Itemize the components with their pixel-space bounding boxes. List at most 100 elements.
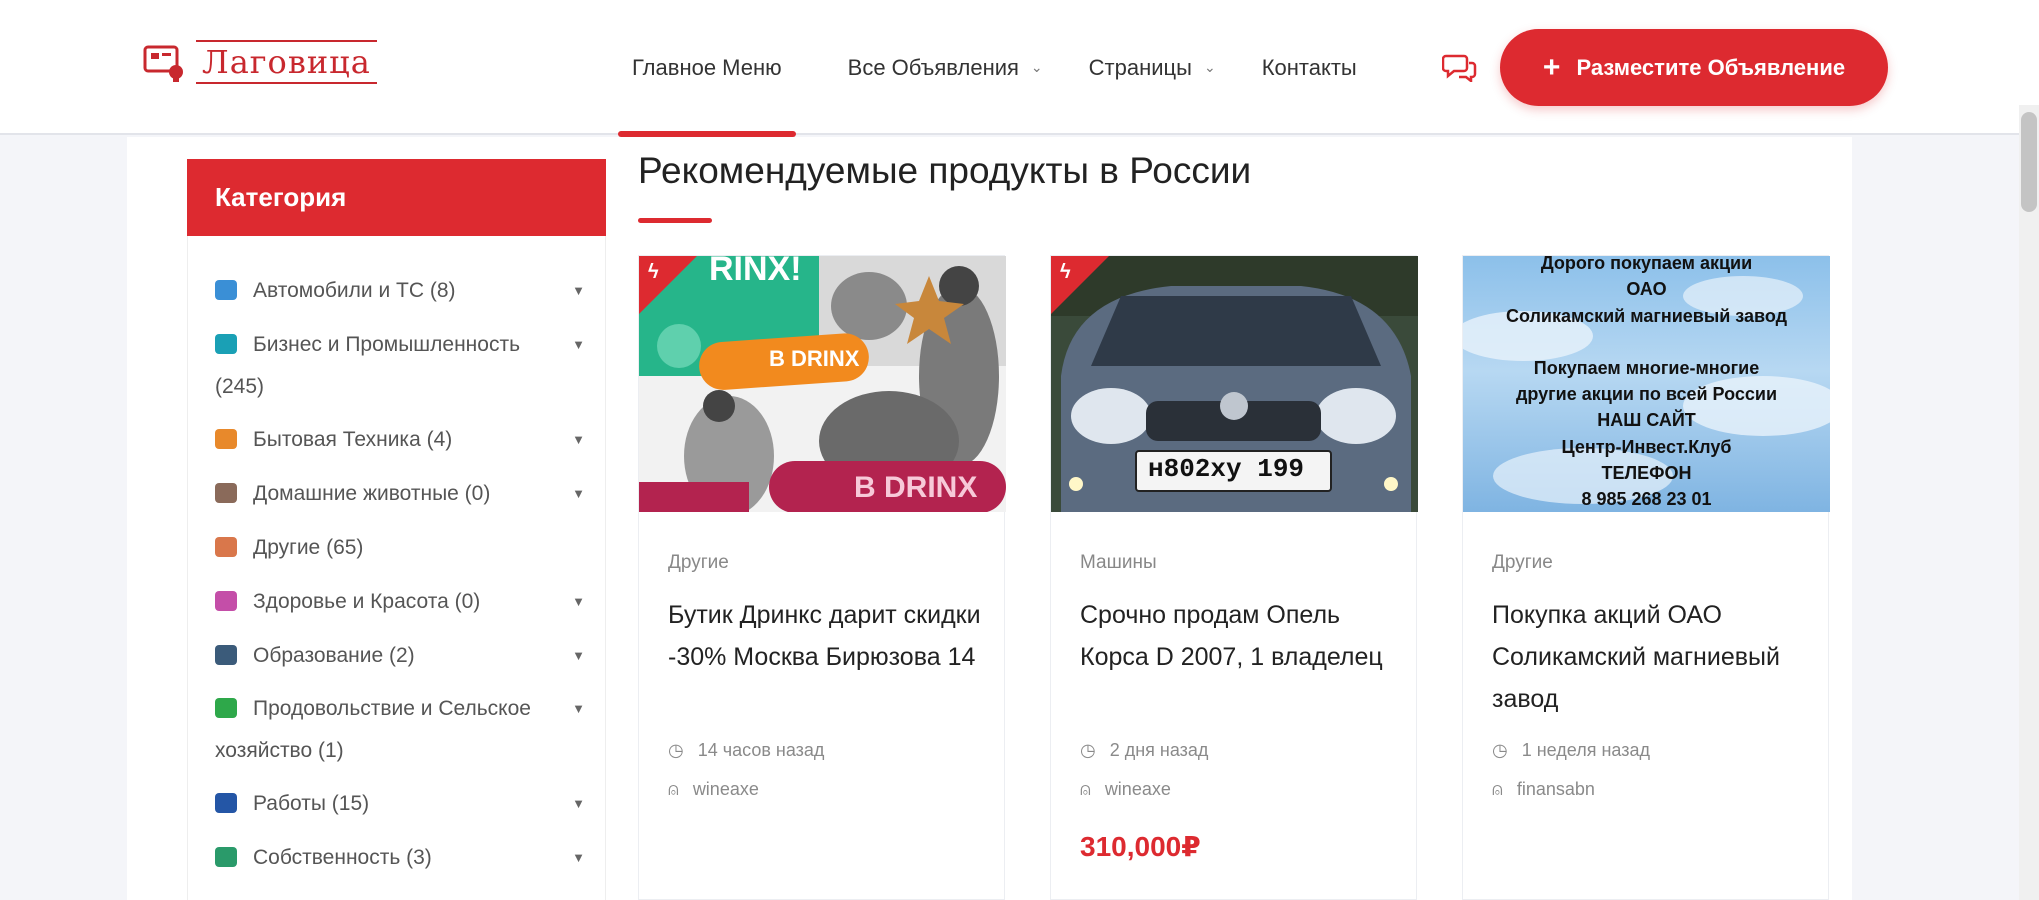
category-label-cont: хозяйство (1) — [215, 739, 344, 762]
user-icon: ⍝ — [668, 779, 679, 799]
listing-card[interactable]: Дорого покупаем акции ОАО Соликамский ма… — [1462, 255, 1830, 900]
category-label: Работы (15) — [253, 792, 370, 815]
main-nav: Главное Меню Все Объявления ⌄ Страницы ⌄… — [618, 0, 1371, 137]
clock-icon: ◷ — [1080, 740, 1096, 760]
paw-icon — [215, 483, 237, 503]
appliance-icon — [215, 429, 237, 449]
chevron-down-icon[interactable]: ▼ — [572, 581, 585, 623]
section-title: Рекомендуемые продукты в России — [638, 150, 1252, 191]
image-line: ТЕЛЕФОН — [1601, 463, 1692, 484]
chevron-down-icon[interactable]: ▼ — [572, 837, 585, 879]
category-item-education[interactable]: Образование (2) ▼ — [215, 635, 585, 677]
listing-category[interactable]: Другие — [1492, 552, 1553, 574]
chevron-down-icon[interactable]: ▼ — [572, 270, 585, 312]
image-line: 8 985 268 23 01 — [1581, 489, 1712, 510]
listing-category[interactable]: Другие — [668, 552, 729, 574]
listing-time-text: 2 дня назад — [1109, 740, 1209, 760]
category-item-health[interactable]: Здоровье и Красота (0) ▼ — [215, 581, 585, 623]
listing-image[interactable]: н802ху 199 ϟ — [1051, 256, 1418, 512]
chevron-down-icon: ⌄ — [1030, 59, 1043, 75]
ad-image-text: Дорого покупаем акции ОАО Соликамский ма… — [1463, 256, 1830, 512]
listing-title[interactable]: Покупка акций ОАО Соликамский магниевый … — [1492, 594, 1812, 720]
category-item-other[interactable]: Другие (65) — [215, 527, 585, 569]
post-ad-button[interactable]: + Разместите Объявление — [1500, 29, 1888, 106]
image-text: B DRINX — [769, 346, 860, 371]
category-item-food[interactable]: Продовольствие и Сельское хозяйство (1) … — [215, 688, 585, 772]
lightning-icon: ϟ — [648, 261, 659, 283]
user-icon: ⍝ — [1492, 779, 1503, 799]
logo-icon — [143, 45, 183, 82]
category-header: Категория — [187, 159, 606, 236]
image-line: Центр-Инвест.Клуб — [1561, 436, 1732, 457]
license-plate: н802ху 199 — [1148, 454, 1305, 484]
category-label: Здоровье и Красота (0) — [253, 590, 481, 613]
nav-item-all-ads[interactable]: Все Объявления ⌄ — [834, 0, 1057, 135]
category-item-business[interactable]: Бизнес и Промышленность (245) ▼ — [215, 324, 585, 408]
site-logo[interactable]: Лаговица — [142, 40, 377, 84]
graduation-cap-icon — [215, 645, 237, 665]
listing-time-text: 1 неделя назад — [1521, 740, 1650, 760]
listing-author-text: finansabn — [1516, 779, 1595, 799]
nav-item-home[interactable]: Главное Меню — [618, 0, 796, 137]
nav-item-label: Главное Меню — [632, 54, 782, 80]
image-line: Покупаем многие-многие — [1533, 357, 1760, 378]
nav-item-contacts[interactable]: Контакты — [1248, 0, 1371, 135]
clock-icon: ◷ — [1492, 740, 1508, 760]
scrollbar-thumb[interactable] — [2021, 112, 2037, 212]
category-label: Бытовая Техника (4) — [253, 428, 453, 451]
nav-item-pages[interactable]: Страницы ⌄ — [1075, 0, 1230, 135]
scrollbar[interactable] — [2019, 105, 2039, 900]
user-icon: ⍝ — [1080, 779, 1091, 799]
category-label: Образование (2) — [253, 644, 415, 667]
image-line: другие акции по всей России — [1515, 384, 1778, 405]
listing-card[interactable]: RINX! B DRINX B DRINX ϟ Другие Бутик Дри… — [638, 255, 1006, 900]
car-icon — [215, 280, 237, 300]
section-title-underline — [638, 218, 712, 223]
category-label: Домашние животные (0) — [253, 482, 491, 505]
image-text: B DRINX — [854, 471, 978, 504]
image-line — [1463, 329, 1830, 355]
category-item-pets[interactable]: Домашние животные (0) ▼ — [215, 473, 585, 515]
category-item-appliances[interactable]: Бытовая Техника (4) ▼ — [215, 419, 585, 461]
property-icon — [215, 847, 237, 867]
post-ad-label: Разместите Объявление — [1576, 54, 1846, 80]
category-item-auto[interactable]: Автомобили и ТС (8) ▼ — [215, 270, 585, 312]
nav-item-label: Все Объявления — [847, 54, 1019, 80]
chevron-down-icon[interactable]: ▼ — [572, 783, 585, 825]
category-label: Бизнес и Промышленность — [253, 333, 521, 356]
listing-time: ◷ 1 неделя назад — [1492, 740, 1650, 761]
chevron-down-icon[interactable]: ▼ — [572, 635, 585, 677]
listing-author[interactable]: ⍝ finansabn — [1492, 779, 1595, 800]
image-line: Соликамский магниевый завод — [1505, 305, 1788, 326]
listing-time-text: 14 часов назад — [697, 740, 825, 760]
listing-title[interactable]: Бутик Дринкс дарит скидки -30% Москва Би… — [668, 594, 988, 678]
site-header: Лаговица Главное Меню Все Объявления ⌄ С… — [0, 0, 2039, 137]
chevron-down-icon[interactable]: ▼ — [572, 419, 585, 461]
listing-time: ◷ 2 дня назад — [1080, 740, 1208, 761]
listing-author-text: wineaxe — [692, 779, 759, 799]
listing-author[interactable]: ⍝ wineaxe — [668, 779, 759, 800]
listing-title[interactable]: Срочно продам Опель Корса D 2007, 1 влад… — [1080, 594, 1400, 678]
category-label: Собственность (3) — [253, 846, 432, 869]
beauty-icon — [215, 591, 237, 611]
category-label: Автомобили и ТС (8) — [253, 279, 456, 302]
category-label: Другие (65) — [253, 536, 364, 559]
category-item-jobs[interactable]: Работы (15) ▼ — [215, 783, 585, 825]
nav-item-label: Страницы — [1088, 54, 1192, 80]
logo-text: Лаговица — [196, 40, 377, 84]
chat-bubbles-icon[interactable] — [1442, 52, 1478, 82]
listing-time: ◷ 14 часов назад — [668, 740, 824, 761]
listing-image[interactable]: Дорого покупаем акции ОАО Соликамский ма… — [1463, 256, 1830, 512]
listing-author[interactable]: ⍝ wineaxe — [1080, 779, 1171, 800]
category-label-cont: (245) — [215, 375, 265, 398]
listing-card[interactable]: н802ху 199 ϟ Машины Срочно продам Опель … — [1050, 255, 1418, 900]
chevron-down-icon[interactable]: ▼ — [572, 688, 585, 730]
chevron-down-icon[interactable]: ▼ — [572, 324, 585, 366]
listing-category[interactable]: Машины — [1080, 552, 1157, 574]
briefcase-icon — [215, 793, 237, 813]
image-text: RINX! — [709, 256, 802, 288]
image-line: НАШ САЙТ — [1597, 410, 1696, 431]
listing-image[interactable]: RINX! B DRINX B DRINX ϟ — [639, 256, 1006, 512]
chevron-down-icon[interactable]: ▼ — [572, 473, 585, 515]
category-item-property[interactable]: Собственность (3) ▼ — [215, 837, 585, 879]
